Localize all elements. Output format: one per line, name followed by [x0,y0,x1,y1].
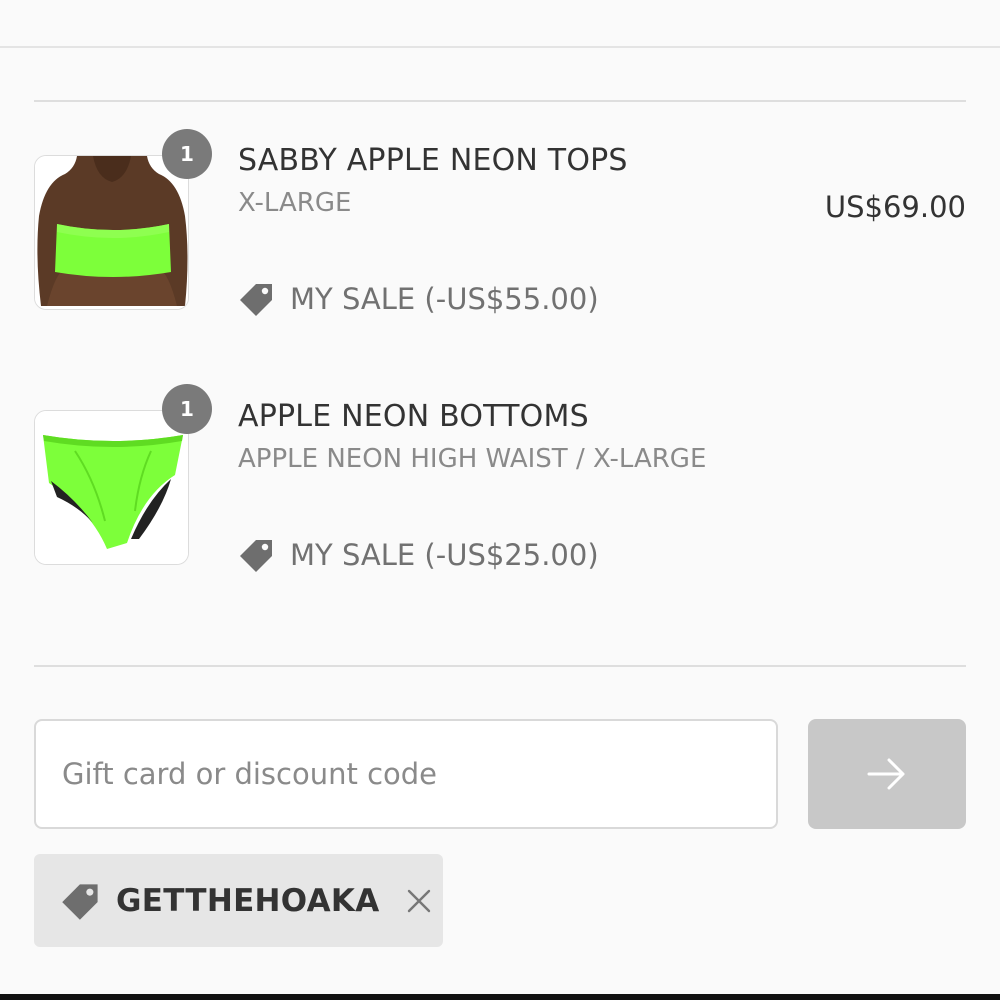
arrow-right-icon [867,758,905,790]
product-image-neon-top [34,155,189,310]
item-discount: MY SALE (-US$55.00) [238,280,599,318]
neon-high-waist-bottom-image [35,411,188,564]
quantity-badge: 1 [162,129,212,179]
quantity-badge: 1 [162,384,212,434]
section-divider-top [34,100,966,102]
neon-bandeau-top-image [35,156,188,309]
header-divider [0,46,1000,48]
tag-icon [238,280,276,318]
item-title: APPLE NEON BOTTOMS [238,399,589,434]
discount-label: MY SALE (-US$55.00) [290,282,599,316]
applied-code-label: GETTHEHOAKA [116,882,380,919]
bottom-edge-bar [0,994,1000,1000]
section-divider-bottom [34,665,966,667]
apply-discount-button[interactable] [808,719,966,829]
close-icon[interactable] [404,886,434,916]
discount-label: MY SALE (-US$25.00) [290,538,599,572]
tag-icon [238,536,276,574]
item-discount: MY SALE (-US$25.00) [238,536,599,574]
product-image-neon-bottom [34,410,189,565]
item-title: SABBY APPLE NEON TOPS [238,143,628,178]
product-thumbnail-wrap: 1 [34,384,212,565]
item-price: US$69.00 [824,190,966,224]
item-variant: APPLE NEON HIGH WAIST / X-LARGE [238,444,707,474]
discount-code-input[interactable] [34,719,778,829]
item-variant: X-LARGE [238,188,352,218]
product-thumbnail-wrap: 1 [34,129,212,310]
applied-discount-chip: GETTHEHOAKA [34,854,443,947]
tag-icon [60,880,102,922]
